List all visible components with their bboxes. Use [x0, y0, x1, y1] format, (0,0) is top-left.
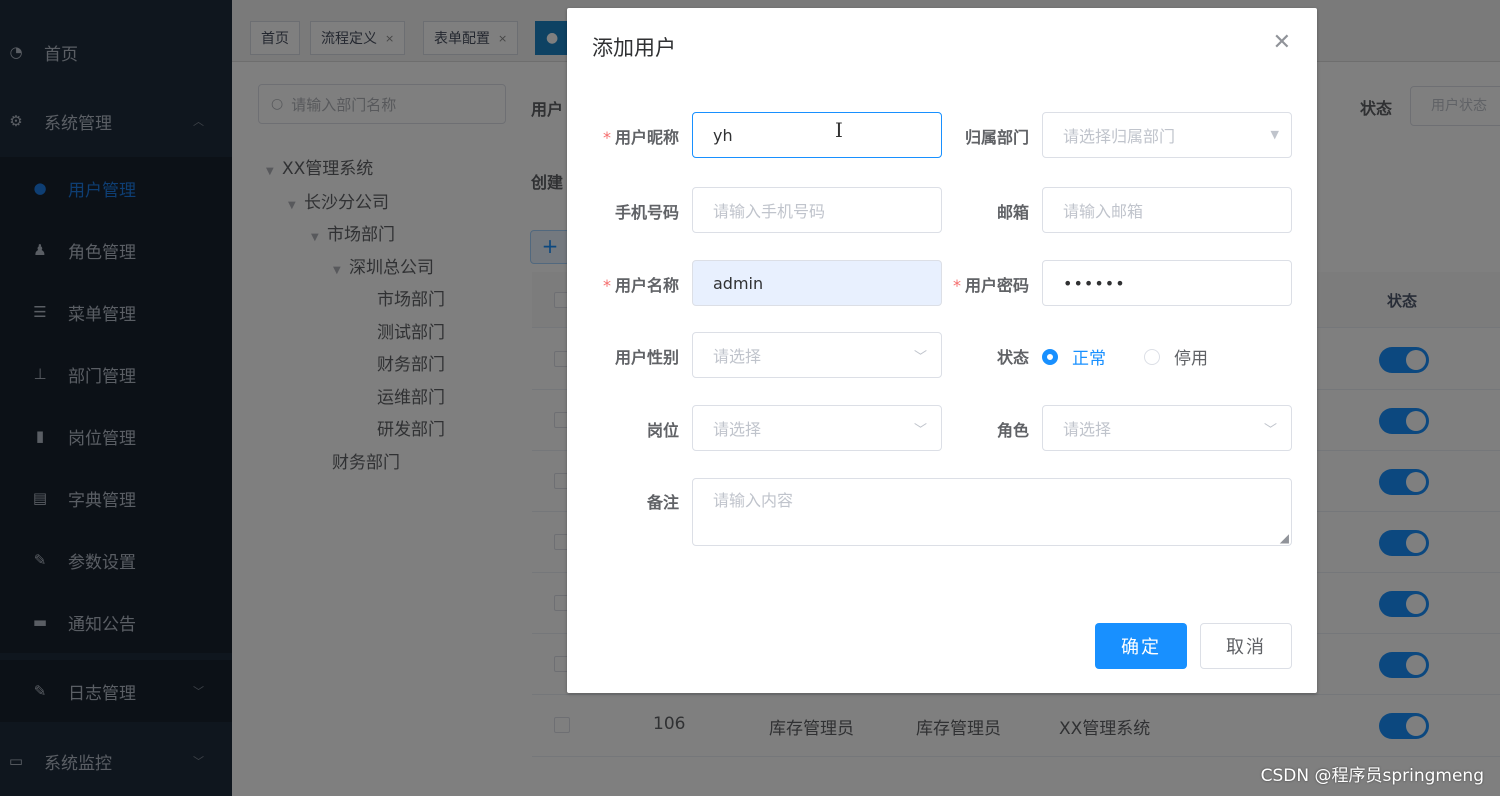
radio-unchecked-icon: [1144, 348, 1160, 365]
nickname-value: yh: [713, 125, 733, 145]
password-input[interactable]: ••••••: [1042, 260, 1292, 306]
required-mark: *: [602, 128, 611, 147]
username-input[interactable]: admin: [692, 260, 942, 306]
radio-label: 正常: [1072, 349, 1106, 369]
radio-label: 停用: [1174, 349, 1208, 369]
status-label: 状态: [996, 348, 1029, 367]
gender-placeholder: 请选择: [713, 347, 762, 366]
label-text: 用户昵称: [614, 128, 679, 147]
cancel-button[interactable]: 取消: [1200, 623, 1292, 669]
remark-placeholder: 请输入内容: [713, 491, 794, 510]
close-icon[interactable]: ✕: [1273, 30, 1291, 55]
email-input[interactable]: 请输入邮箱: [1042, 187, 1292, 233]
role-label: 角色: [996, 421, 1029, 440]
status-radio-disabled[interactable]: 停用: [1144, 344, 1208, 369]
phone-label: 手机号码: [614, 203, 679, 222]
chevron-down-icon: ﹀: [1263, 423, 1277, 438]
role-placeholder: 请选择: [1063, 420, 1112, 439]
dialog-title: 添加用户: [592, 36, 676, 60]
confirm-button[interactable]: 确定: [1095, 623, 1187, 669]
required-mark: *: [602, 276, 611, 295]
gender-label: 用户性别: [614, 348, 679, 367]
nickname-label: * 用户昵称: [567, 124, 679, 148]
caret-down-icon: ▼: [1270, 128, 1279, 141]
phone-placeholder: 请输入手机号码: [713, 202, 826, 221]
email-placeholder: 请输入邮箱: [1063, 202, 1144, 221]
text-cursor-icon: I: [835, 118, 843, 142]
add-user-dialog: 添加用户 ✕ * 用户昵称 yh I 归属部门 请选择归属部门 ▼ 手机号码 请输…: [567, 8, 1317, 693]
username-label: * 用户名称: [567, 272, 679, 296]
role-select[interactable]: 请选择 ﹀: [1042, 405, 1292, 451]
dept-placeholder: 请选择归属部门: [1063, 127, 1176, 146]
label-text: 用户名称: [614, 276, 679, 295]
resize-handle-icon[interactable]: ◢: [1280, 531, 1289, 545]
password-label: * 用户密码: [917, 272, 1029, 296]
gender-select[interactable]: 请选择 ﹀: [692, 332, 942, 378]
remark-label: 备注: [646, 493, 679, 512]
label-text: 用户密码: [964, 276, 1029, 295]
password-value: ••••••: [1063, 273, 1126, 293]
remark-textarea[interactable]: 请输入内容 ◢: [692, 478, 1292, 546]
post-placeholder: 请选择: [713, 420, 762, 439]
post-label: 岗位: [646, 421, 679, 440]
nickname-input[interactable]: yh: [692, 112, 942, 158]
dept-label: 归属部门: [964, 128, 1029, 147]
phone-input[interactable]: 请输入手机号码: [692, 187, 942, 233]
dept-select[interactable]: 请选择归属部门 ▼: [1042, 112, 1292, 158]
radio-checked-icon: [1042, 348, 1058, 365]
status-radio-normal[interactable]: 正常: [1042, 344, 1106, 369]
watermark: CSDN @程序员springmeng: [1260, 766, 1484, 786]
required-mark: *: [952, 276, 961, 295]
email-label: 邮箱: [996, 203, 1029, 222]
username-value: admin: [713, 273, 764, 293]
post-select[interactable]: 请选择 ﹀: [692, 405, 942, 451]
